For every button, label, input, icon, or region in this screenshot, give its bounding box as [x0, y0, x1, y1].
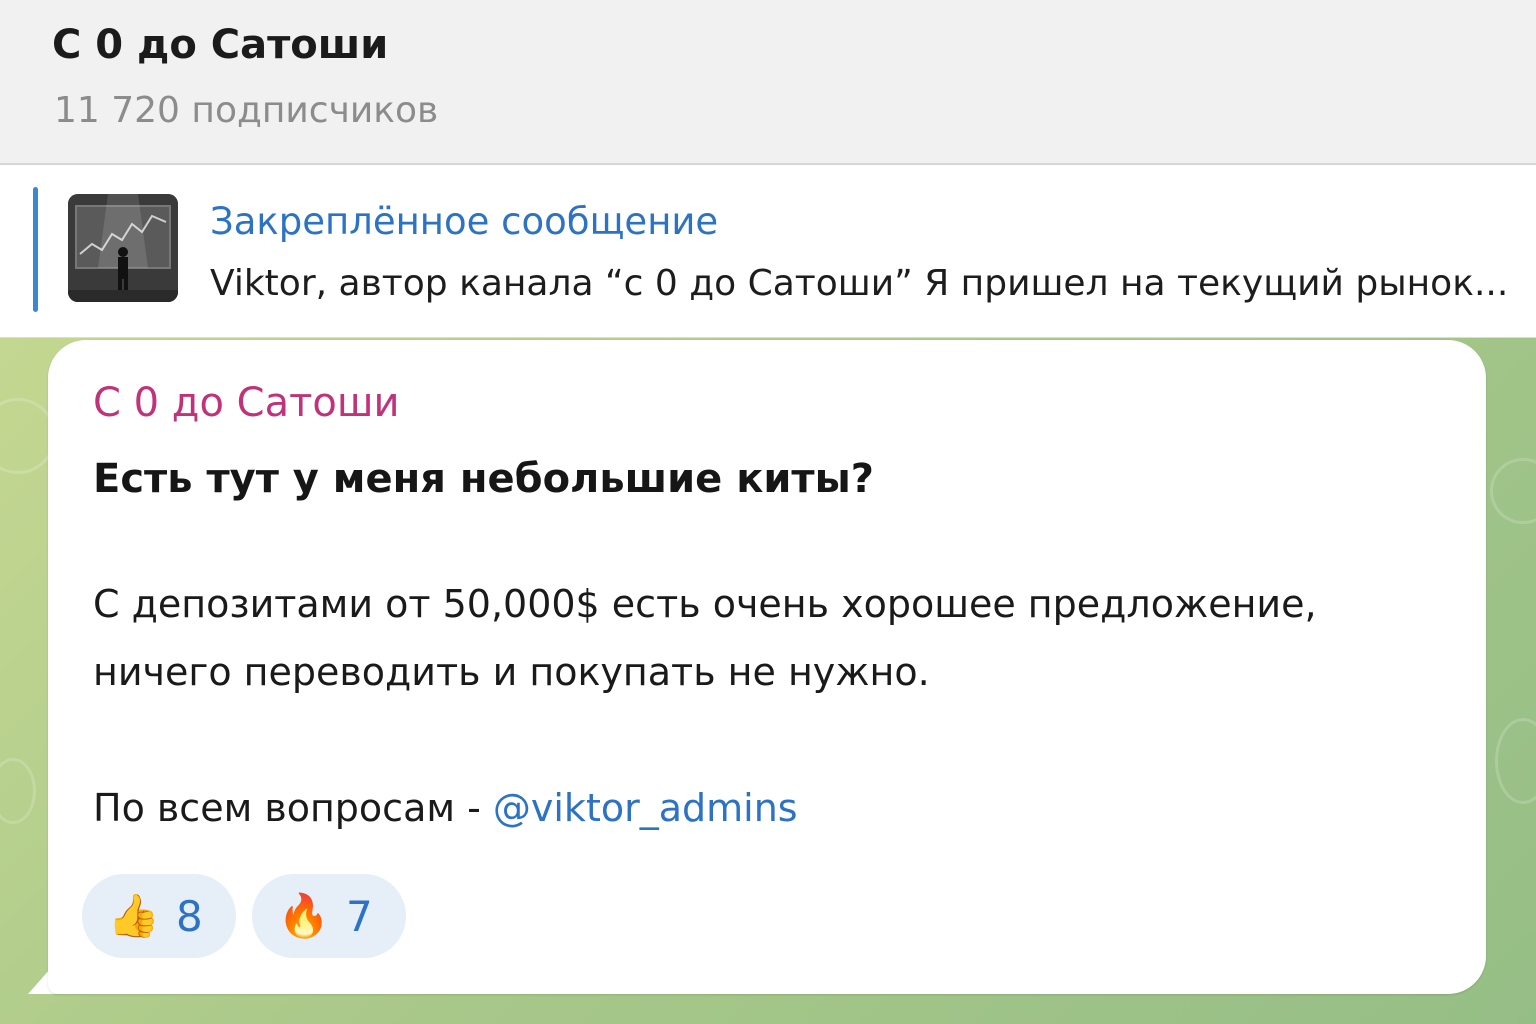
subscriber-count: 11 720 подписчиков — [54, 90, 439, 131]
fire-icon: 🔥 — [277, 891, 331, 940]
background-doodle — [1495, 718, 1536, 804]
message-text-line: С депозитами от 50,000$ есть очень хорош… — [93, 582, 1317, 626]
reaction-count: 7 — [346, 891, 373, 941]
background-doodle — [0, 758, 36, 824]
reaction-thumbs-up[interactable]: 👍 8 — [82, 874, 236, 958]
thumbs-up-icon: 👍 — [107, 891, 161, 940]
pinned-preview-text: Viktor, автор канала “с 0 до Сатоши” Я п… — [210, 263, 1509, 304]
reaction-count: 8 — [176, 891, 203, 941]
background-doodle — [1490, 458, 1536, 524]
pinned-thumbnail — [68, 194, 178, 302]
chat-header[interactable]: С 0 до Сатоши 11 720 подписчиков — [0, 0, 1536, 165]
contact-prefix: По всем вопросам - — [93, 786, 493, 830]
message-headline: Есть тут у меня небольшие киты? — [93, 456, 874, 502]
message-contact-line: По всем вопросам - @viktor_admins — [93, 786, 798, 830]
pinned-message-bar[interactable]: Закреплённое сообщение Viktor, автор кан… — [0, 165, 1536, 338]
pinned-accent-line — [33, 187, 38, 312]
pinned-label: Закреплённое сообщение — [210, 200, 719, 243]
reaction-fire[interactable]: 🔥 7 — [252, 874, 406, 958]
message-sender[interactable]: С 0 до Сатоши — [93, 380, 399, 426]
message-text-line: ничего переводить и покупать не нужно. — [93, 650, 930, 694]
mention-link[interactable]: @viktor_admins — [493, 786, 798, 830]
channel-title[interactable]: С 0 до Сатоши — [52, 22, 388, 68]
